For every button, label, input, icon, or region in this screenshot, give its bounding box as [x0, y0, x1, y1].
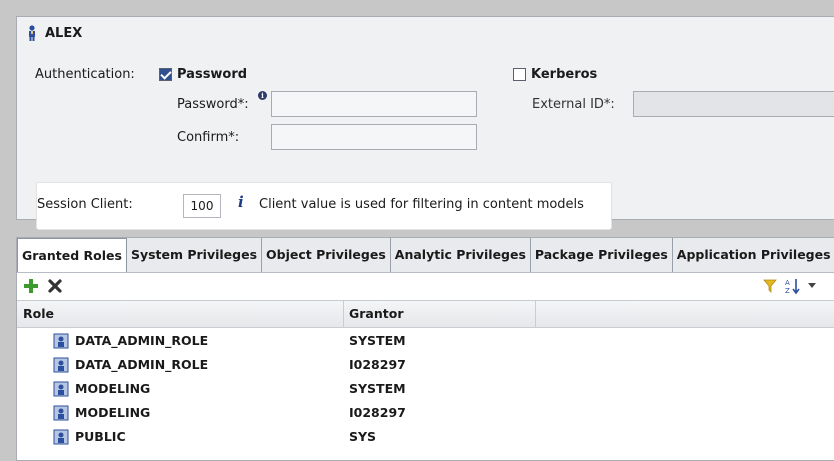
password-checkbox[interactable] — [159, 68, 172, 81]
external-id-label: External ID*: — [532, 97, 615, 112]
filter-icon[interactable] — [763, 278, 777, 294]
roles-toolbar: A Z — [17, 273, 834, 299]
role-name: PUBLIC — [75, 429, 126, 444]
role-name: MODELING — [75, 381, 151, 396]
authentication-label: Authentication: — [35, 67, 135, 82]
grantor-name: SYSTEM — [349, 333, 406, 348]
role-name: DATA_ADMIN_ROLE — [75, 357, 209, 372]
table-row[interactable]: DATA_ADMIN_ROLE SYSTEM — [17, 329, 834, 353]
role-icon — [53, 381, 69, 397]
tab-strip: Granted Roles System Privileges Object P… — [17, 238, 834, 272]
session-client-box: Session Client: 100 i Client value is us… — [37, 183, 611, 229]
user-header: ALEX — [27, 25, 82, 41]
user-details-panel: ALEX Authentication: Password Kerberos P… — [16, 16, 834, 229]
user-icon — [29, 25, 35, 41]
info-icon: i — [238, 193, 244, 211]
privileges-panel: Granted Roles System Privileges Object P… — [16, 237, 834, 461]
tab-system-privileges[interactable]: System Privileges — [127, 238, 263, 272]
svg-text:A: A — [785, 279, 790, 287]
tab-package-privileges[interactable]: Package Privileges — [531, 238, 673, 272]
column-header-role[interactable]: Role — [17, 301, 343, 327]
role-icon — [53, 333, 69, 349]
table-row[interactable]: MODELING SYSTEM — [17, 377, 834, 401]
table-row[interactable]: MODELING I028297 — [17, 401, 834, 425]
svg-text:Z: Z — [785, 287, 790, 295]
role-icon — [53, 357, 69, 373]
session-client-info-text: Client value is used for filtering in co… — [259, 197, 584, 212]
role-name: DATA_ADMIN_ROLE — [75, 333, 209, 348]
session-client-label: Session Client: — [37, 197, 133, 212]
column-header-grantor[interactable]: Grantor — [343, 301, 535, 327]
roles-grid-header: Role Grantor — [17, 300, 834, 328]
table-row[interactable]: PUBLIC SYS — [17, 425, 834, 449]
table-row[interactable]: DATA_ADMIN_ROLE I028297 — [17, 353, 834, 377]
confirm-password-field[interactable] — [271, 124, 477, 150]
tab-granted-roles[interactable]: Granted Roles — [17, 238, 127, 272]
grantor-name: SYSTEM — [349, 381, 406, 396]
grantor-name: I028297 — [349, 405, 406, 420]
tab-object-privileges[interactable]: Object Privileges — [262, 238, 391, 272]
confirm-label: Confirm*: — [177, 130, 240, 145]
role-icon — [53, 405, 69, 421]
tab-application-privileges[interactable]: Application Privileges — [673, 238, 834, 272]
password-field[interactable] — [271, 91, 477, 117]
info-icon[interactable]: i — [258, 91, 267, 100]
password-option-label: Password — [177, 67, 248, 82]
role-name: MODELING — [75, 405, 151, 420]
password-label: Password*: — [177, 97, 249, 112]
chevron-down-icon[interactable] — [807, 282, 817, 290]
x-icon[interactable] — [47, 278, 63, 294]
tab-analytic-privileges[interactable]: Analytic Privileges — [391, 238, 531, 272]
plus-icon[interactable] — [23, 278, 39, 294]
grantor-name: I028297 — [349, 357, 406, 372]
external-id-field[interactable] — [633, 91, 834, 117]
sort-icon[interactable]: A Z — [785, 277, 801, 295]
user-name: ALEX — [45, 25, 83, 41]
kerberos-option-label: Kerberos — [531, 67, 598, 82]
session-client-input[interactable]: 100 — [183, 194, 221, 218]
kerberos-checkbox[interactable] — [513, 68, 526, 81]
grantor-name: SYS — [349, 429, 377, 444]
role-icon — [53, 429, 69, 445]
